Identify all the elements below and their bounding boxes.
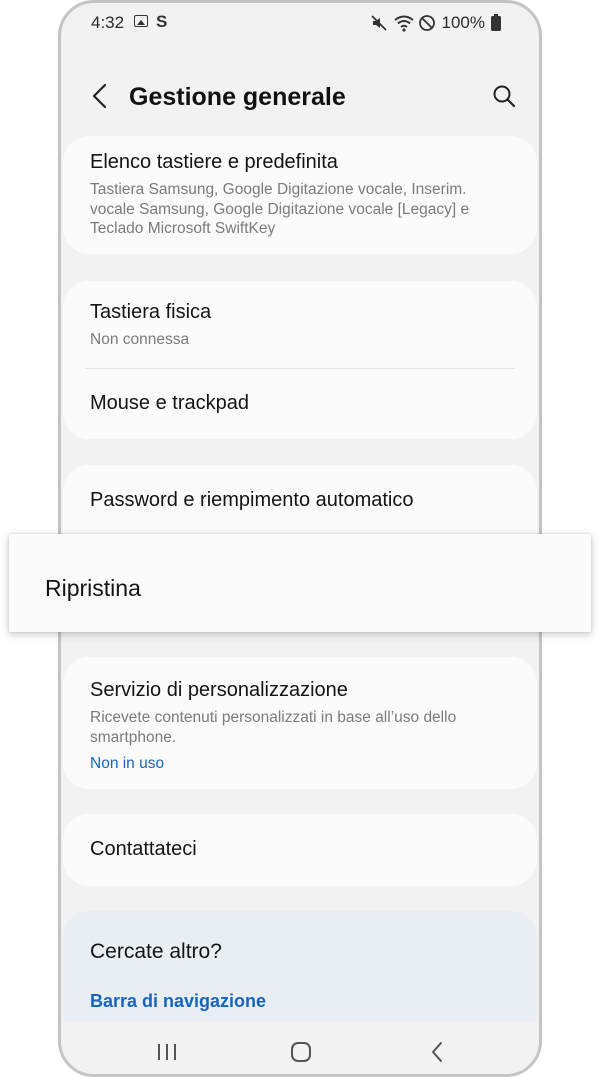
keyboard-card: Elenco tastiere e predefinita Tastiera S… [63, 136, 537, 254]
back-nav-button[interactable] [422, 1039, 452, 1065]
reset-highlight-item[interactable]: Ripristina [9, 534, 591, 632]
back-icon [432, 1042, 442, 1062]
divider [85, 368, 515, 369]
do-not-disturb-icon [418, 14, 436, 32]
more-heading-row: Cercate altro? [90, 940, 515, 964]
battery-icon [491, 14, 509, 32]
back-button[interactable] [83, 79, 117, 113]
input-devices-card: Tastiera fisica Non connessa Mouse e tra… [63, 281, 537, 439]
physical-keyboard-item[interactable]: Tastiera fisica Non connessa [90, 301, 515, 350]
stage: 4:32 S 100% Gestione generale Elenco tas… [0, 0, 600, 1077]
mouse-trackpad-title: Mouse e trackpad [90, 392, 249, 414]
contact-us-item[interactable]: Contattateci [90, 838, 515, 861]
keyboard-list-title: Elenco tastiere e predefinita [90, 151, 338, 173]
keyboard-list-subtitle: Tastiera Samsung, Google Digitazione voc… [90, 181, 470, 237]
reset-label: Ripristina [45, 575, 141, 601]
navigation-bar-link[interactable]: Barra di navigazione [90, 991, 515, 1012]
physical-keyboard-title: Tastiera fisica [90, 301, 212, 323]
recents-button[interactable] [152, 1039, 182, 1065]
physical-keyboard-status: Non connessa [90, 331, 190, 348]
status-icons: 100% [370, 13, 509, 33]
customization-service-item[interactable]: Servizio di personalizzazione Ricevete c… [90, 679, 515, 773]
search-icon [493, 85, 516, 108]
page-title: Gestione generale [129, 83, 346, 111]
status-time: 4:32 [91, 13, 125, 32]
more-title: Cercate altro? [90, 940, 222, 963]
carrier-icon: S [156, 12, 168, 31]
recents-icon [158, 1044, 176, 1060]
password-autofill-item[interactable]: Password e riempimento automatico [90, 489, 515, 512]
search-button[interactable] [487, 79, 521, 113]
home-button[interactable] [286, 1039, 316, 1065]
customization-title: Servizio di personalizzazione [90, 679, 348, 701]
chevron-left-icon [92, 83, 107, 109]
home-icon [291, 1042, 311, 1062]
contact-us-title: Contattateci [90, 838, 197, 860]
navigation-bar [61, 1021, 539, 1074]
customization-status: Non in uso [90, 755, 165, 772]
status-bar: 4:32 S 100% [61, 3, 539, 43]
contact-card: Contattateci [63, 814, 537, 886]
password-autofill-title: Password e riempimento automatico [90, 489, 414, 511]
gallery-icon [134, 15, 148, 27]
customization-card: Servizio di personalizzazione Ricevete c… [63, 657, 537, 789]
customization-subtitle: Ricevete contenuti personalizzati in bas… [90, 709, 457, 746]
mute-icon [370, 14, 388, 32]
battery-percent: 100% [441, 13, 485, 32]
wifi-icon [393, 14, 414, 32]
mouse-trackpad-item[interactable]: Mouse e trackpad [90, 392, 515, 415]
navigation-bar-link-row[interactable]: Barra di navigazione [90, 991, 515, 1012]
app-bar: Gestione generale [61, 63, 539, 133]
keyboard-list-item[interactable]: Elenco tastiere e predefinita Tastiera S… [90, 151, 515, 239]
